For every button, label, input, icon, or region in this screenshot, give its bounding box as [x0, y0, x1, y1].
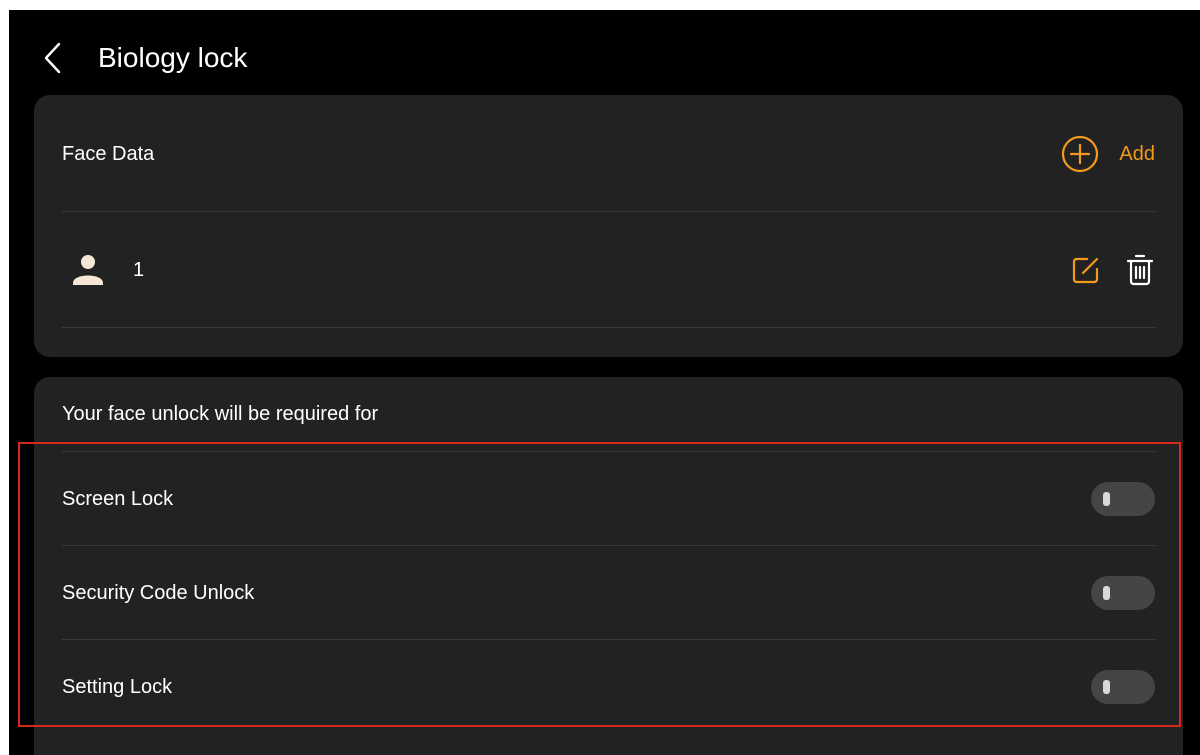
header: Biology lock [9, 10, 1200, 94]
face-unlock-requirements-card: Your face unlock will be required for Sc… [34, 377, 1183, 755]
divider [62, 451, 1155, 452]
screen-lock-row[interactable]: Screen Lock [62, 476, 1155, 522]
back-button[interactable] [37, 38, 71, 78]
face-data-label: Face Data [62, 142, 155, 165]
toggle-knob [1103, 492, 1110, 506]
edit-button[interactable] [1071, 255, 1101, 285]
plus-circle-icon [1062, 135, 1099, 173]
security-code-unlock-label: Security Code Unlock [62, 581, 255, 604]
setting-lock-label: Setting Lock [62, 675, 173, 698]
delete-button[interactable] [1125, 253, 1155, 287]
screen-lock-toggle[interactable] [1091, 482, 1155, 516]
face-entry-name: 1 [133, 258, 145, 281]
requirements-heading: Your face unlock will be required for [62, 402, 379, 425]
face-entry-actions [1071, 253, 1155, 287]
toggle-knob [1103, 586, 1110, 600]
setting-lock-toggle[interactable] [1091, 670, 1155, 704]
face-data-card: Face Data Add 1 [34, 95, 1183, 357]
security-code-unlock-toggle[interactable] [1091, 576, 1155, 610]
screen-lock-label: Screen Lock [62, 487, 174, 510]
security-code-unlock-row[interactable]: Security Code Unlock [62, 570, 1155, 616]
trash-icon [1126, 254, 1154, 286]
setting-lock-row[interactable]: Setting Lock [62, 664, 1155, 710]
toggle-knob [1103, 680, 1110, 694]
edit-icon [1072, 257, 1099, 284]
divider [62, 545, 1155, 546]
divider [62, 639, 1155, 640]
add-face-button[interactable]: Add [1061, 135, 1155, 173]
requirements-heading-row: Your face unlock will be required for [62, 391, 1155, 437]
page-title: Biology lock [98, 42, 248, 73]
face-entry-row[interactable]: 1 [62, 247, 1155, 293]
add-label: Add [1119, 142, 1155, 165]
settings-screen: Biology lock Face Data Add 1 Your face u… [9, 10, 1200, 755]
chevron-left-icon [44, 42, 61, 74]
divider [62, 327, 1155, 328]
divider [62, 211, 1155, 212]
face-data-header-row: Face Data Add [62, 131, 1155, 177]
user-icon [73, 255, 103, 285]
